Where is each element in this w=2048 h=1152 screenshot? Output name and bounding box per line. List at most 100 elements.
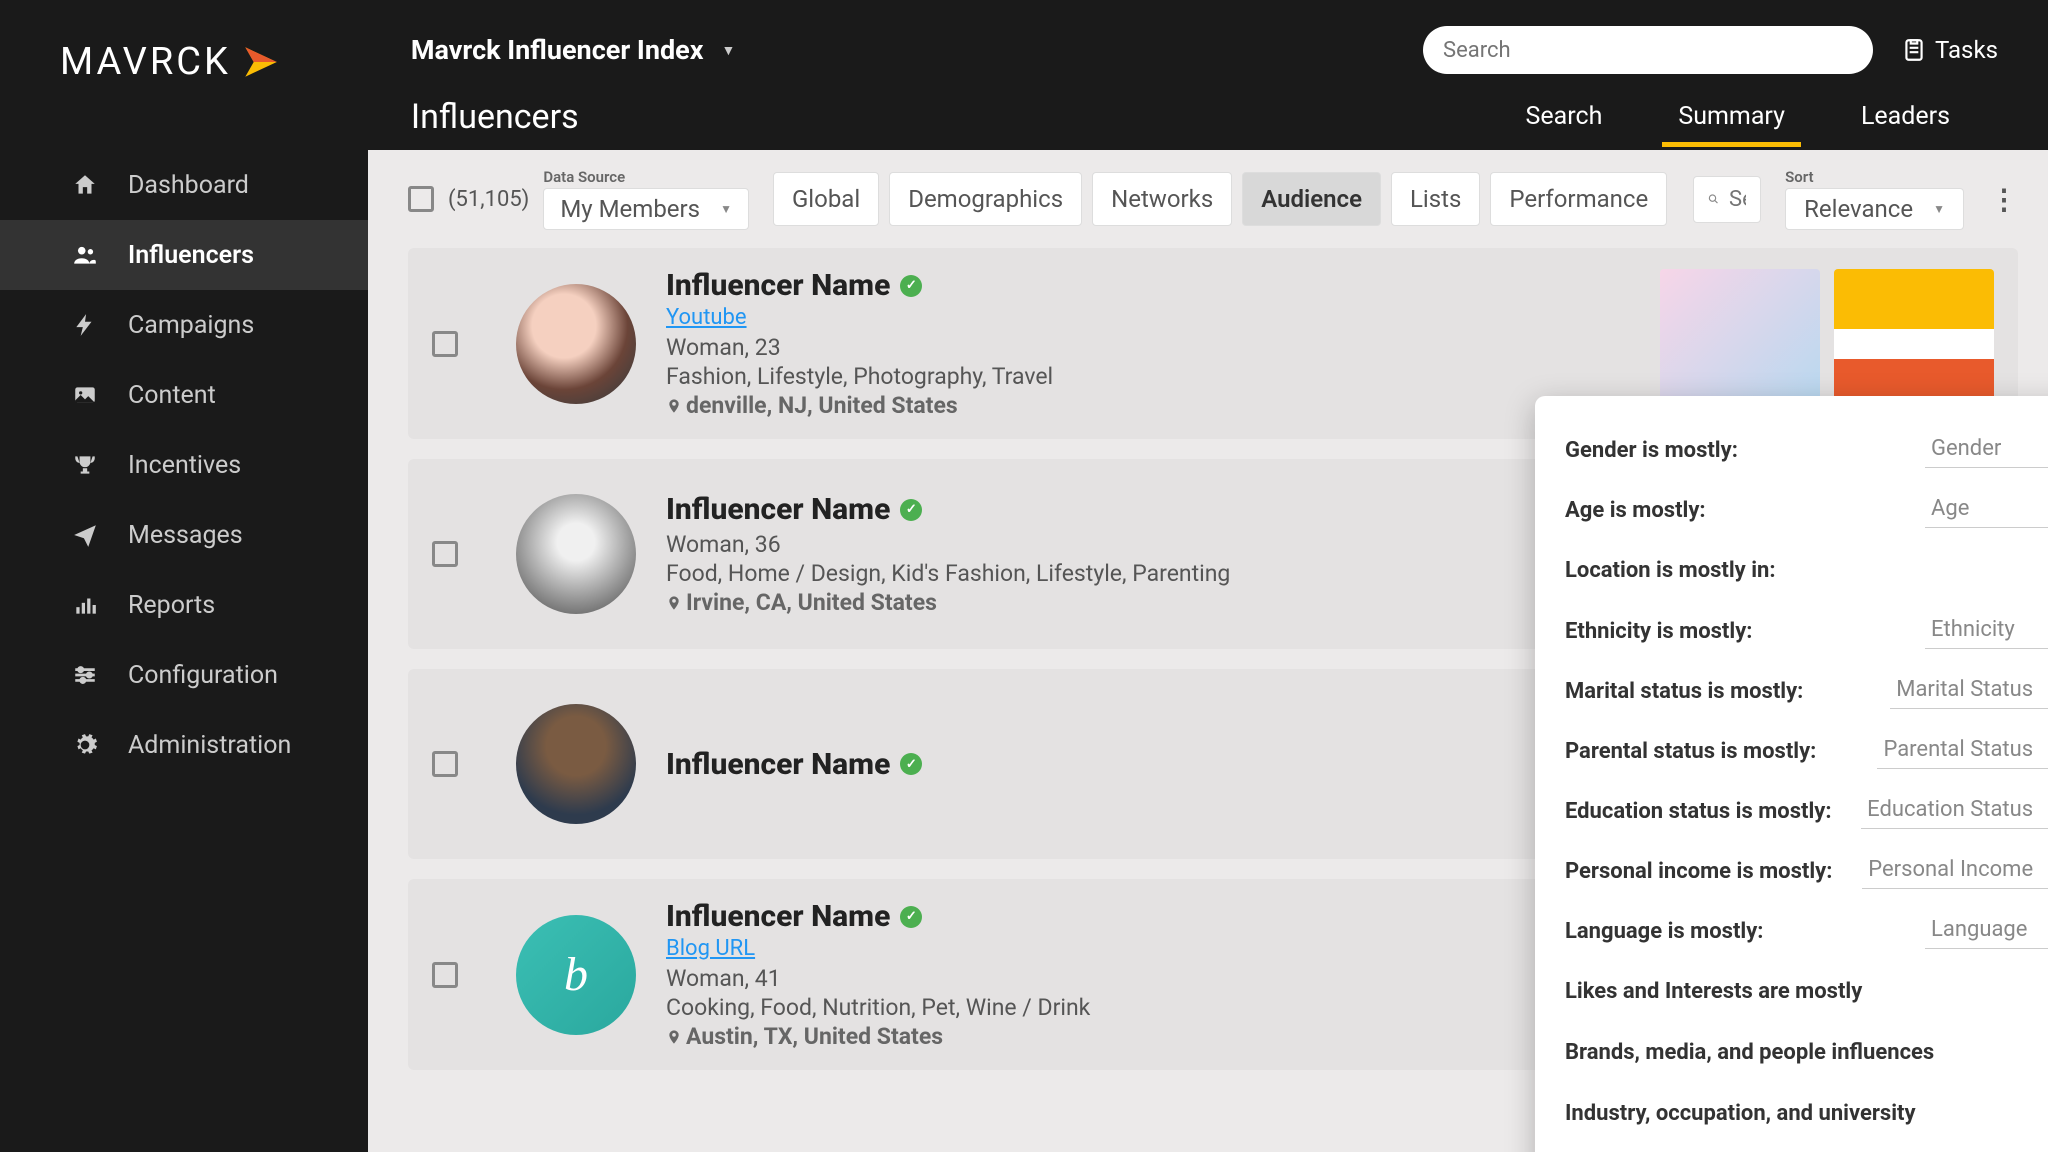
filter-tab-audience[interactable]: Audience: [1242, 172, 1381, 226]
panel-select[interactable]: Language▼: [1925, 913, 2048, 949]
sidebar-item-label: Configuration: [128, 661, 278, 690]
panel-row-label: Age is mostly:: [1565, 498, 1909, 523]
sidebar-item-dashboard[interactable]: Dashboard: [0, 150, 368, 220]
sidebar-item-label: Content: [128, 381, 216, 410]
sidebar-item-content[interactable]: Content: [0, 360, 368, 430]
row-checkbox[interactable]: [432, 331, 458, 357]
filter-tab-networks[interactable]: Networks: [1092, 172, 1232, 226]
panel-expandable-row[interactable]: Music preferences⌄: [1565, 1144, 2048, 1152]
sidebar-item-messages[interactable]: Messages: [0, 500, 368, 570]
filter-tab-performance[interactable]: Performance: [1490, 172, 1667, 226]
trophy-icon: [70, 450, 100, 480]
data-source-value: My Members: [560, 195, 700, 223]
panel-expandable-row[interactable]: Location is mostly in:⌄: [1565, 540, 2048, 601]
filter-tab-lists[interactable]: Lists: [1391, 172, 1480, 226]
verified-badge-icon: ✓: [900, 499, 922, 521]
sort-label: Sort: [1785, 168, 1964, 186]
row-checkbox[interactable]: [432, 541, 458, 567]
panel-expandable-row[interactable]: Likes and Interests are mostly⌄: [1565, 961, 2048, 1022]
row-checkbox[interactable]: [432, 962, 458, 988]
bolt-icon: [70, 310, 100, 340]
tab-search[interactable]: Search: [1518, 88, 1611, 145]
bars-icon: [70, 590, 100, 620]
influencer-meta: Woman, 36: [666, 531, 1630, 558]
influencer-location: denville, NJ, United States: [666, 392, 1630, 419]
brand-logo[interactable]: MAVRCK: [60, 40, 281, 84]
sidebar-item-campaigns[interactable]: Campaigns: [0, 290, 368, 360]
panel-filter-row: Personal income is mostly: Personal Incom…: [1565, 841, 2048, 901]
home-icon: [70, 170, 100, 200]
sidebar-item-configuration[interactable]: Configuration: [0, 640, 368, 710]
sidebar-item-incentives[interactable]: Incentives: [0, 430, 368, 500]
panel-select[interactable]: Education Status▼: [1861, 793, 2048, 829]
influencer-meta: Woman, 41: [666, 965, 1630, 992]
avatar[interactable]: b: [516, 915, 636, 1035]
gear-icon: [70, 730, 100, 760]
panel-row-label: Personal income is mostly:: [1565, 859, 1846, 884]
clipboard-icon: [1901, 37, 1927, 63]
sidebar-item-administration[interactable]: Administration: [0, 710, 368, 780]
influencer-search[interactable]: [1693, 176, 1761, 223]
panel-row-label: Language is mostly:: [1565, 919, 1909, 944]
title-dropdown[interactable]: Mavrck Influencer Index ▼: [411, 34, 735, 66]
sidebar-item-label: Dashboard: [128, 171, 249, 200]
filter-tab-global[interactable]: Global: [773, 172, 879, 226]
influencer-link[interactable]: Blog URL: [666, 936, 755, 961]
influencer-name[interactable]: Influencer Name ✓: [666, 747, 1630, 782]
tasks-label: Tasks: [1935, 36, 1998, 64]
panel-row-label: Industry, occupation, and university: [1565, 1101, 1916, 1126]
pin-icon: [666, 593, 682, 613]
panel-select-placeholder: Language: [1931, 917, 2027, 942]
sidebar-item-influencers[interactable]: Influencers: [0, 220, 368, 290]
panel-expandable-row[interactable]: Industry, occupation, and university⌄: [1565, 1083, 2048, 1144]
avatar[interactable]: [516, 494, 636, 614]
page-title: Influencers: [411, 97, 579, 137]
global-search[interactable]: [1423, 26, 1873, 74]
verified-badge-icon: ✓: [900, 753, 922, 775]
panel-select[interactable]: Marital Status▼: [1890, 673, 2048, 709]
influencer-tags: Fashion, Lifestyle, Photography, Travel: [666, 363, 1630, 390]
data-source-label: Data Source: [543, 168, 749, 186]
panel-filter-row: Age is mostly: Age▼: [1565, 480, 2048, 540]
influencer-name[interactable]: Influencer Name ✓: [666, 268, 1630, 303]
verified-badge-icon: ✓: [900, 906, 922, 928]
caret-down-icon: ▼: [720, 202, 732, 216]
influencer-location: Irvine, CA, United States: [666, 589, 1630, 616]
people-icon: [70, 240, 100, 270]
panel-expandable-row[interactable]: Brands, media, and people influences⌄: [1565, 1022, 2048, 1083]
influencer-name[interactable]: Influencer Name ✓: [666, 899, 1630, 934]
filter-tab-demographics[interactable]: Demographics: [889, 172, 1082, 226]
influencer-link[interactable]: Youtube: [666, 305, 747, 330]
global-search-input[interactable]: [1443, 38, 1853, 63]
panel-select[interactable]: Age▼: [1925, 492, 2048, 528]
panel-select[interactable]: Ethnicity▼: [1925, 613, 2048, 649]
audience-panel: Gender is mostly:Gender▼Age is mostly:Ag…: [1535, 396, 2048, 1152]
influencer-name[interactable]: Influencer Name ✓: [666, 492, 1630, 527]
influencer-search-input[interactable]: [1729, 187, 1746, 212]
sidebar-item-reports[interactable]: Reports: [0, 570, 368, 640]
tab-summary[interactable]: Summary: [1670, 88, 1793, 145]
panel-select[interactable]: Personal Income▼: [1862, 853, 2048, 889]
pin-icon: [666, 1027, 682, 1047]
panel-select[interactable]: Parental Status▼: [1877, 733, 2048, 769]
panel-select-placeholder: Age: [1931, 496, 1969, 521]
sort-select[interactable]: Relevance ▼: [1785, 188, 1964, 230]
select-all-checkbox[interactable]: [408, 186, 434, 212]
sidebar-item-label: Campaigns: [128, 311, 254, 340]
row-checkbox[interactable]: [432, 751, 458, 777]
tasks-link[interactable]: Tasks: [1901, 36, 1998, 64]
more-menu-button[interactable]: ⋮: [1990, 183, 2018, 216]
panel-row-label: Marital status is mostly:: [1565, 679, 1874, 704]
main-content: (51,105) Data Source My Members ▼ Global…: [368, 150, 2048, 1152]
panel-row-label: Education status is mostly:: [1565, 799, 1845, 824]
panel-row-label: Brands, media, and people influences: [1565, 1040, 1934, 1065]
caret-down-icon: ▼: [722, 42, 736, 59]
avatar[interactable]: [516, 284, 636, 404]
data-source-select[interactable]: My Members ▼: [543, 188, 749, 230]
panel-row-label: Ethnicity is mostly:: [1565, 619, 1909, 644]
sort-value: Relevance: [1804, 195, 1913, 223]
tab-leaders[interactable]: Leaders: [1853, 88, 1958, 145]
panel-select[interactable]: Gender▼: [1925, 432, 2048, 468]
avatar[interactable]: [516, 704, 636, 824]
influencer-tags: Cooking, Food, Nutrition, Pet, Wine / Dr…: [666, 994, 1630, 1021]
